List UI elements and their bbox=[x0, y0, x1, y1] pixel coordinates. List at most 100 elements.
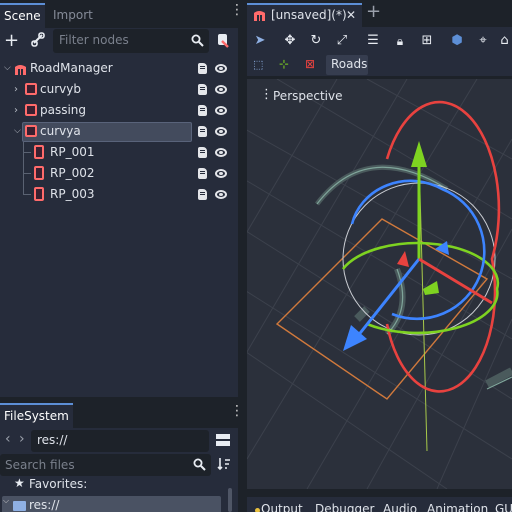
road-select-icon[interactable]: ⬚ bbox=[253, 58, 267, 72]
grid bbox=[247, 79, 512, 489]
script-icon[interactable] bbox=[198, 189, 207, 200]
visibility-eye-icon[interactable] bbox=[215, 64, 227, 73]
script-icon[interactable] bbox=[198, 105, 207, 116]
tree-node-label: RP_002 bbox=[50, 166, 95, 180]
tab-import[interactable]: Import bbox=[49, 4, 97, 26]
tab-debugger[interactable]: Debugger bbox=[315, 502, 374, 512]
tree-row-curvyb[interactable]: › curvyb bbox=[0, 79, 238, 100]
tab-output[interactable]: Output bbox=[261, 502, 303, 512]
tree-node-label: passing bbox=[40, 103, 87, 117]
list-tool-icon[interactable]: ☰ bbox=[362, 30, 384, 52]
filesystem-dock: FileSystem ⋮ ‹ › res:// Search files ★ F… bbox=[0, 403, 244, 512]
roads-menu[interactable]: Roads bbox=[326, 55, 368, 75]
y-axis-arrowhead[interactable] bbox=[411, 141, 427, 167]
lock-icon[interactable]: 🔒︎ bbox=[389, 30, 411, 52]
tree-node-label: curvya bbox=[40, 124, 81, 138]
favorites-label: Favorites: bbox=[29, 477, 88, 491]
viewport-3d[interactable]: ⋮ Perspective bbox=[247, 79, 512, 489]
filter-nodes-placeholder: Filter nodes bbox=[59, 33, 129, 47]
tree-node-label: RP_001 bbox=[50, 145, 95, 159]
close-tab-icon[interactable]: ✕ bbox=[346, 8, 356, 22]
script-icon[interactable] bbox=[198, 168, 207, 179]
visibility-eye-icon[interactable] bbox=[215, 148, 227, 157]
visibility-eye-icon[interactable] bbox=[215, 85, 227, 94]
tree-guide-tick bbox=[23, 152, 31, 153]
path-field[interactable]: res:// bbox=[31, 430, 209, 452]
camera-icon[interactable]: ⌂ bbox=[497, 30, 512, 52]
road-node-icon bbox=[25, 125, 37, 137]
tab-filesystem[interactable]: FileSystem bbox=[0, 403, 73, 428]
tab-scene[interactable]: Scene bbox=[0, 3, 45, 28]
link-icon[interactable] bbox=[31, 32, 45, 48]
scene-tree: ⌵ RoadManager › curvyb › passing ⌵ curvy… bbox=[0, 58, 238, 218]
star-icon: ★ bbox=[14, 476, 25, 490]
scene-dock: Scene Import ⋮ + Filter nodes ⌵ RoadMana… bbox=[0, 0, 244, 397]
tree-node-label: RoadManager bbox=[30, 61, 113, 75]
visibility-eye-icon[interactable] bbox=[215, 169, 227, 178]
visibility-eye-icon[interactable] bbox=[215, 106, 227, 115]
tree-guide-tick bbox=[23, 173, 31, 174]
search-files-field[interactable]: Search files bbox=[0, 454, 211, 476]
road-delete-icon[interactable]: ⊠ bbox=[305, 57, 319, 71]
perspective-label: Perspective bbox=[273, 89, 343, 103]
road-node-icon bbox=[25, 104, 37, 116]
rotate-tool-icon[interactable]: ↻ bbox=[305, 30, 327, 52]
move-tool-icon[interactable]: ✥ bbox=[279, 30, 301, 52]
tree-row-rp-003[interactable]: RP_003 bbox=[0, 184, 238, 205]
script-icon[interactable] bbox=[198, 63, 207, 74]
visibility-eye-icon[interactable] bbox=[215, 190, 227, 199]
split-view-icon[interactable] bbox=[216, 434, 230, 446]
script-icon[interactable] bbox=[198, 126, 207, 137]
path-value: res:// bbox=[37, 433, 68, 447]
tree-node-label: RP_003 bbox=[50, 187, 95, 201]
chevron-down-icon[interactable]: ⌵ bbox=[4, 58, 11, 79]
road-add-icon[interactable]: ⊹ bbox=[279, 57, 293, 71]
filter-nodes-field[interactable]: Filter nodes bbox=[53, 29, 209, 53]
x-plane-handle[interactable] bbox=[397, 251, 409, 267]
script-icon[interactable] bbox=[198, 147, 207, 158]
scrollbar[interactable] bbox=[228, 488, 232, 512]
chevron-right-icon[interactable]: › bbox=[14, 100, 18, 121]
res-folder-label: res:// bbox=[29, 498, 60, 512]
chevron-down-icon[interactable]: ⌵ bbox=[3, 496, 9, 506]
tree-row-roadmanager[interactable]: ⌵ RoadManager bbox=[0, 58, 238, 79]
script-action-icon[interactable] bbox=[216, 32, 230, 48]
editor-area: [unsaved](*) ✕ + ➤ ✥ ↻ ⤢ ☰ 🔒︎ ⊞ ⬢ ⌖ ⌂ ⬚ … bbox=[245, 0, 512, 512]
tree-row-rp-001[interactable]: RP_001 bbox=[0, 142, 238, 163]
tab-gui[interactable]: GU bbox=[495, 502, 512, 512]
res-folder-row[interactable]: ⌵ res:// bbox=[2, 496, 221, 512]
bottom-panel-tabs: Output Debugger Audio Animation GU bbox=[247, 497, 512, 512]
search-icon bbox=[193, 458, 206, 471]
tree-row-passing[interactable]: › passing bbox=[0, 100, 238, 121]
folder-icon bbox=[13, 501, 26, 511]
visibility-eye-icon[interactable] bbox=[215, 127, 227, 136]
tab-animation[interactable]: Animation bbox=[427, 502, 488, 512]
tree-row-rp-002[interactable]: RP_002 bbox=[0, 163, 238, 184]
y-plane-handle[interactable] bbox=[423, 281, 439, 295]
add-node-icon[interactable]: + bbox=[4, 30, 20, 52]
script-icon[interactable] bbox=[198, 84, 207, 95]
forward-arrow-icon[interactable]: › bbox=[19, 431, 25, 447]
snap-icon[interactable]: ⌖ bbox=[472, 30, 494, 52]
tree-guide-tick bbox=[23, 194, 31, 195]
tree-row-curvya[interactable]: ⌵ curvya bbox=[0, 121, 238, 142]
scene-tab-title: [unsaved](*) bbox=[271, 8, 347, 22]
road-manager-node-icon bbox=[14, 62, 27, 75]
back-arrow-icon[interactable]: ‹ bbox=[5, 431, 11, 447]
scene-tab[interactable]: [unsaved](*) ✕ bbox=[247, 3, 362, 27]
chevron-right-icon[interactable]: › bbox=[14, 79, 18, 100]
select-tool-icon[interactable]: ➤ bbox=[249, 30, 271, 52]
scale-tool-icon[interactable]: ⤢ bbox=[331, 30, 353, 52]
road-mesh bbox=[485, 367, 512, 388]
dock-menu-icon[interactable]: ⋮ bbox=[230, 3, 244, 22]
road-point-icon bbox=[34, 166, 44, 180]
group-icon[interactable]: ⊞ bbox=[416, 30, 438, 52]
chevron-down-icon[interactable]: ⌵ bbox=[14, 121, 21, 142]
x-axis-arrow[interactable] bbox=[418, 257, 493, 305]
dock-menu-icon[interactable]: ⋮ bbox=[230, 404, 244, 418]
sort-icon[interactable] bbox=[217, 457, 231, 471]
add-tab-icon[interactable]: + bbox=[366, 1, 381, 22]
local-space-icon[interactable]: ⬢ bbox=[446, 30, 468, 52]
tab-audio[interactable]: Audio bbox=[383, 502, 417, 512]
kebab-menu-icon: ⋮ bbox=[260, 87, 273, 102]
